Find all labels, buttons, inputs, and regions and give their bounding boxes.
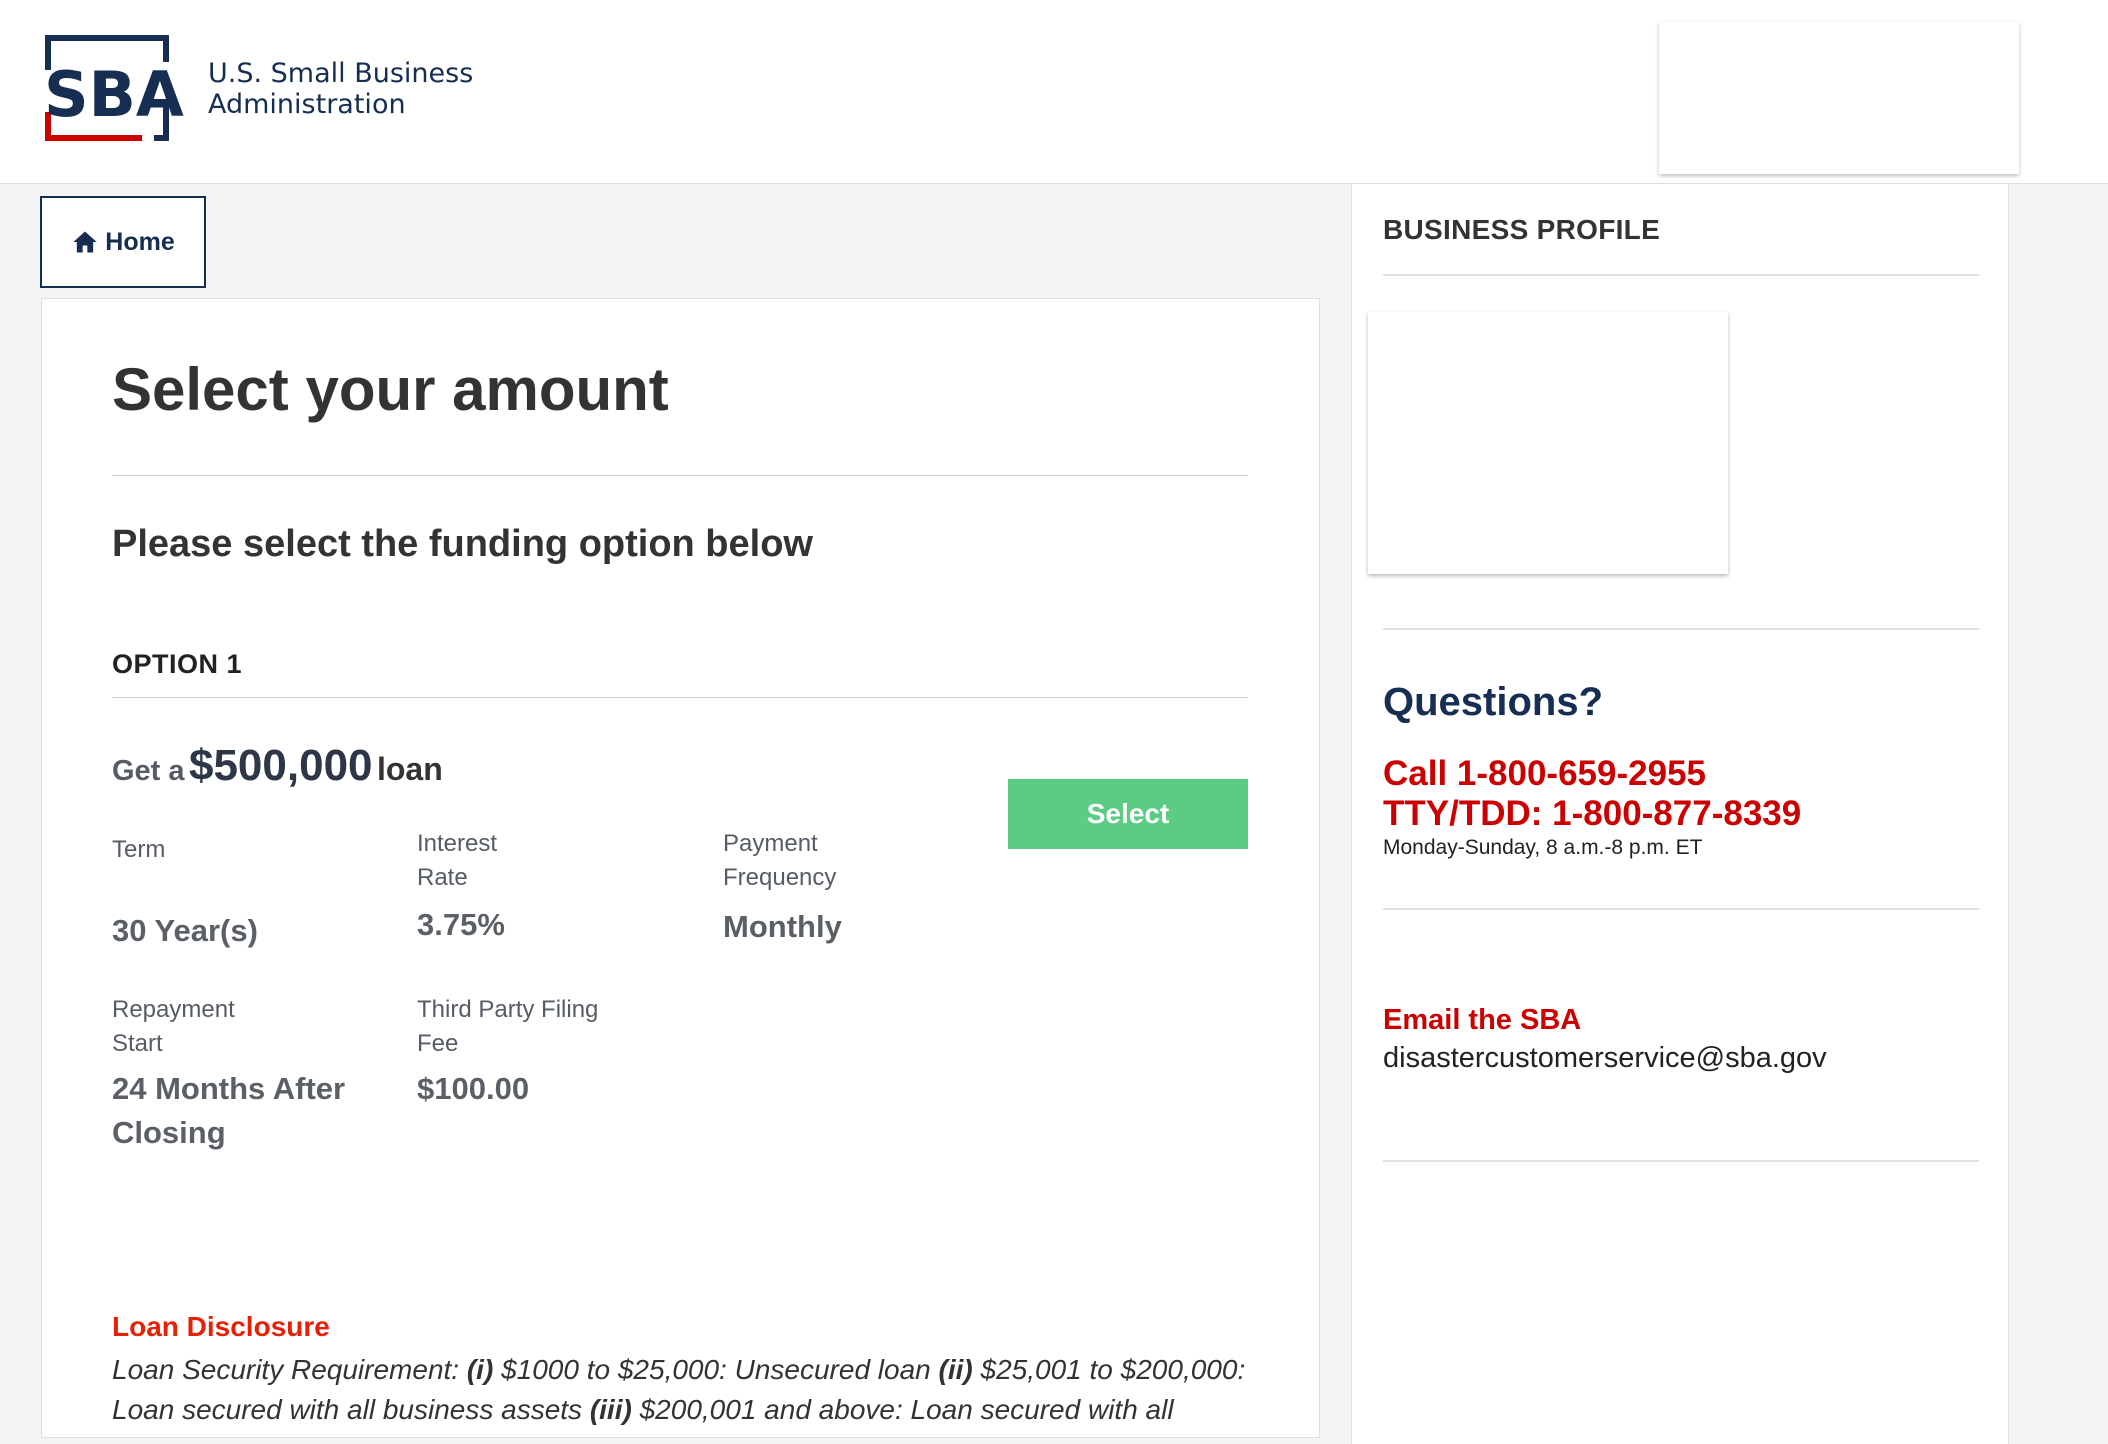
sba-logo[interactable]: SBA [42, 34, 188, 147]
frequency-label-line2: Frequency [723, 864, 837, 891]
filing-fee-value: $100.00 [417, 1071, 530, 1106]
repayment-label: Repayment Start [112, 993, 235, 1061]
loan-amount-line: Get a $500,000 loan [112, 741, 443, 791]
option-divider [112, 697, 1248, 698]
select-option-button[interactable]: Select [1008, 779, 1248, 849]
rate-label-line2: Rate [417, 864, 468, 891]
loan-disclosure-text: Loan Security Requirement: (i) $1000 to … [112, 1350, 1262, 1430]
loan-prefix: Get a [112, 755, 185, 787]
house-icon [73, 231, 97, 253]
title-divider [112, 475, 1248, 476]
page-title: Select your amount [112, 356, 669, 423]
disclosure-part4: $200,001 and above: Loan secured with al… [631, 1394, 1174, 1425]
section-subtitle: Please select the funding option below [112, 523, 813, 565]
main-card: Select your amount Please select the fun… [41, 298, 1320, 1438]
tty-phone-link[interactable]: TTY/TDD: 1-800-877-8339 [1383, 794, 1801, 834]
sba-logo-mark: SBA [44, 35, 184, 141]
filing-fee-label-line2: Fee [417, 1030, 459, 1057]
loan-suffix: loan [376, 751, 443, 787]
option-heading: OPTION 1 [112, 649, 243, 679]
agency-name: U.S. Small Business Administration [208, 58, 473, 120]
loan-disclosure-title: Loan Disclosure [112, 1311, 330, 1342]
sidebar-divider [1383, 1160, 1979, 1162]
rate-label: Interest Rate [417, 827, 497, 895]
disclosure-part1: Loan Security Requirement: [112, 1354, 467, 1385]
sidebar-divider [1383, 908, 1979, 910]
filing-fee-label-line1: Third Party Filing [417, 996, 599, 1023]
disclosure-marker-iii: (iii) [589, 1394, 632, 1425]
call-phone-link[interactable]: Call 1-800-659-2955 [1383, 754, 1706, 794]
home-button[interactable]: Home [40, 196, 206, 288]
email-address-link[interactable]: disastercustomerservice@sba.gov [1383, 1042, 1827, 1075]
disclosure-marker-ii: (ii) [938, 1354, 973, 1385]
business-profile-title: BUSINESS PROFILE [1383, 214, 1661, 245]
frequency-label-line1: Payment [723, 830, 818, 857]
sidebar: BUSINESS PROFILE Questions? Call 1-800-6… [1351, 184, 2009, 1444]
repayment-value: 24 Months After Closing [112, 1067, 345, 1155]
header-account-box [1659, 22, 2019, 174]
sidebar-divider [1383, 274, 1979, 276]
home-button-label: Home [105, 227, 175, 256]
repayment-value-line2: Closing [112, 1115, 226, 1150]
disclosure-part2: $1000 to $25,000: Unsecured loan [493, 1354, 939, 1385]
frequency-value: Monthly [723, 909, 842, 944]
disclosure-marker-i: (i) [466, 1354, 494, 1385]
svg-text:SBA: SBA [44, 58, 184, 131]
questions-title: Questions? [1383, 680, 1604, 724]
sidebar-divider [1383, 628, 1979, 630]
business-profile-card [1368, 312, 1728, 574]
support-hours: Monday-Sunday, 8 a.m.-8 p.m. ET [1383, 836, 1703, 859]
email-sba-title: Email the SBA [1383, 1004, 1582, 1036]
agency-name-line1: U.S. Small Business [208, 58, 474, 89]
rate-label-line1: Interest [417, 830, 498, 857]
rate-value: 3.75% [417, 907, 505, 942]
term-label: Term [112, 836, 166, 863]
agency-name-line2: Administration [208, 89, 406, 120]
repayment-label-line1: Repayment [112, 996, 235, 1023]
repayment-value-line1: 24 Months After [112, 1071, 346, 1106]
term-value: 30 Year(s) [112, 913, 258, 948]
site-header: SBA U.S. Small Business Administration [0, 0, 2108, 184]
filing-fee-label: Third Party Filing Fee [417, 993, 598, 1061]
frequency-label: Payment Frequency [723, 827, 836, 895]
repayment-label-line2: Start [112, 1030, 163, 1057]
loan-amount: $500,000 [188, 741, 373, 790]
